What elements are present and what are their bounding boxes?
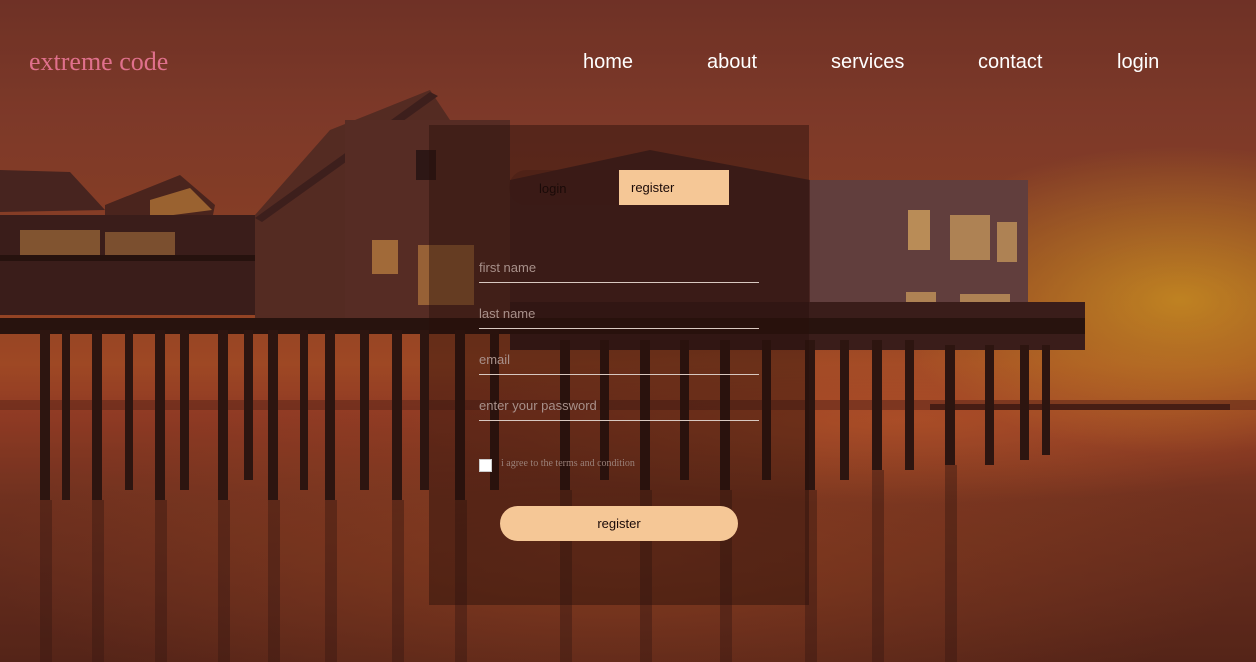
password-field-wrapper — [479, 390, 759, 421]
nav-link-services[interactable]: services — [831, 51, 904, 74]
register-submit-button[interactable]: register — [500, 506, 738, 541]
nav-link-home[interactable]: home — [583, 51, 633, 74]
terms-checkbox[interactable] — [479, 459, 492, 472]
first-name-input[interactable] — [479, 252, 759, 282]
toggle-login-button[interactable]: login — [539, 181, 566, 196]
first-name-field-wrapper — [479, 252, 759, 283]
last-name-field-wrapper — [479, 298, 759, 329]
main-nav: home about services contact login — [0, 51, 1256, 81]
password-input[interactable] — [479, 390, 759, 420]
nav-link-contact[interactable]: contact — [978, 51, 1042, 74]
toggle-register-button[interactable]: register — [619, 170, 729, 205]
last-name-input[interactable] — [479, 298, 759, 328]
nav-link-login[interactable]: login — [1117, 51, 1159, 74]
nav-link-about[interactable]: about — [707, 51, 757, 74]
terms-label: i agree to the terms and condition — [501, 458, 635, 469]
register-form-panel: login register i agree to the terms and … — [429, 125, 809, 605]
form-toggle: login register — [509, 170, 729, 205]
email-input[interactable] — [479, 344, 759, 374]
email-field-wrapper — [479, 344, 759, 375]
